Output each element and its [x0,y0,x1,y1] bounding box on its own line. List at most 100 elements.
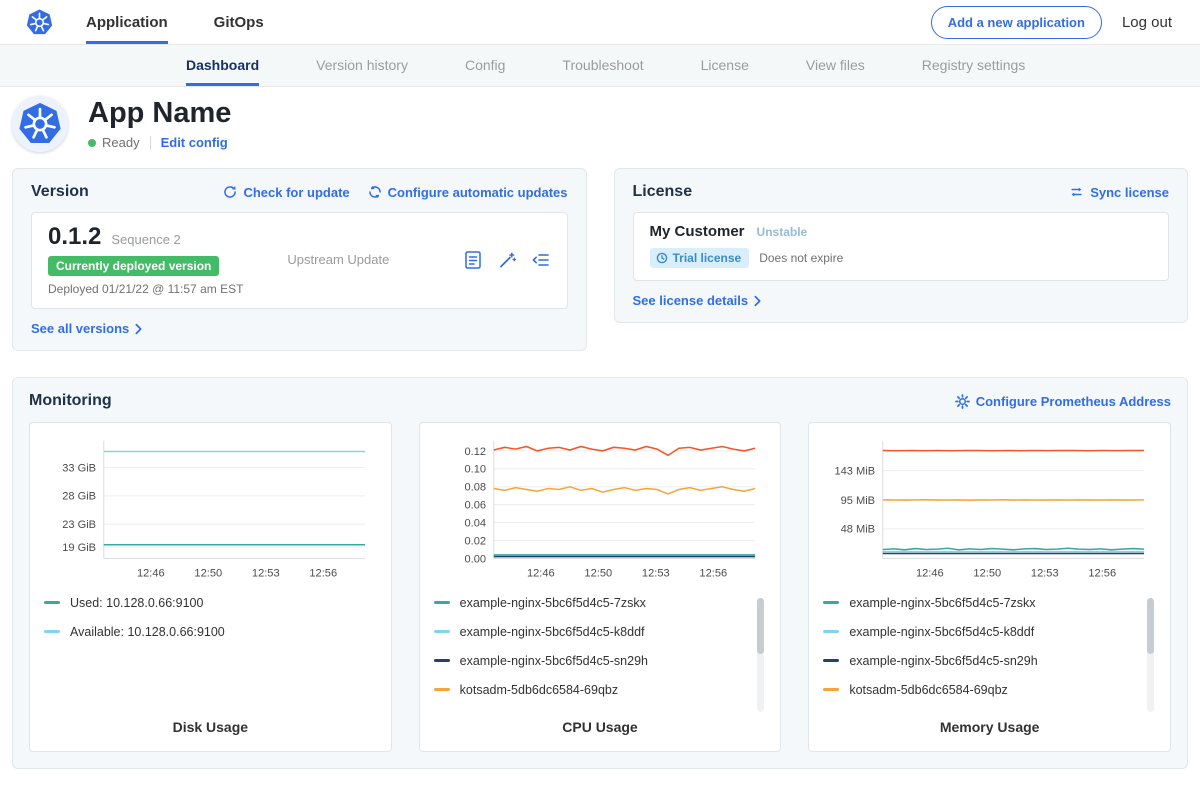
svg-text:0.02: 0.02 [464,535,486,547]
tab-troubleshoot[interactable]: Troubleshoot [562,45,643,86]
svg-text:28 GiB: 28 GiB [62,491,96,503]
monitoring-card: Monitoring Configure Prometheus Address … [12,377,1188,769]
legend-scrollbar[interactable] [757,598,764,654]
chart-legend-memory-usage: example-nginx-5bc6f5d4c5-7zskx example-ng… [823,596,1156,712]
chevron-right-icon [135,323,142,335]
add-application-button[interactable]: Add a new application [931,6,1102,39]
tab-dashboard[interactable]: Dashboard [186,45,259,86]
tab-registry-settings[interactable]: Registry settings [922,45,1025,86]
legend-item: example-nginx-5bc6f5d4c5-7zskx [823,596,1140,610]
svg-text:12:53: 12:53 [1031,568,1059,580]
series-orange [493,487,754,494]
legend-scrollbar[interactable] [1147,598,1154,654]
legend-label: example-nginx-5bc6f5d4c5-7zskx [849,596,1035,610]
chart-plot-memory-usage: 143 MiB95 MiB48 MiB12:4612:5012:5312:56 [823,435,1156,582]
svg-text:0.12: 0.12 [464,446,486,458]
logout-link[interactable]: Log out [1122,14,1172,31]
see-all-versions-label: See all versions [31,321,129,336]
legend-item: kotsadm-5db6dc6584-69qbz [434,683,751,697]
legend-item: example-nginx-5bc6f5d4c5-sn29h [434,654,751,668]
svg-text:23 GiB: 23 GiB [62,519,96,531]
upstream-update-label: Upstream Update [287,252,389,267]
check-for-update-label: Check for update [243,185,349,200]
tab-version-history[interactable]: Version history [316,45,408,86]
legend-label: example-nginx-5bc6f5d4c5-sn29h [460,654,648,668]
svg-text:12:53: 12:53 [252,568,280,580]
chart-card-disk-usage: 33 GiB28 GiB23 GiB19 GiB12:4612:5012:531… [29,422,392,752]
legend-swatch [44,630,60,633]
auto-update-icon [368,185,382,199]
legend-swatch [823,688,839,691]
tab-application[interactable]: Application [86,0,168,44]
legend-label: Used: 10.128.0.66:9100 [70,596,203,610]
check-for-update-link[interactable]: Check for update [223,185,349,200]
configure-prometheus-link[interactable]: Configure Prometheus Address [955,394,1171,409]
channel-label: Unstable [757,225,808,239]
legend-label: example-nginx-5bc6f5d4c5-k8ddf [849,625,1034,639]
legend-item: example-nginx-5bc6f5d4c5-sn29h [823,654,1140,668]
legend-label: example-nginx-5bc6f5d4c5-7zskx [460,596,646,610]
configure-prometheus-label: Configure Prometheus Address [976,394,1171,409]
tab-config[interactable]: Config [465,45,505,86]
series-teal [883,548,1144,550]
clock-icon [656,252,668,264]
edit-config-link[interactable]: Edit config [161,135,228,150]
legend-swatch [823,659,839,662]
configure-automatic-updates-label: Configure automatic updates [388,185,568,200]
svg-text:12:50: 12:50 [584,568,612,580]
legend-label: kotsadm-5db6dc6584-69qbz [849,683,1007,697]
tab-gitops[interactable]: GitOps [214,0,264,44]
top-nav-right: Add a new application Log out [931,0,1172,44]
svg-text:0.08: 0.08 [464,482,486,494]
top-nav: Application GitOps Add a new application… [0,0,1200,45]
legend-swatch [44,601,60,604]
configure-automatic-updates-link[interactable]: Configure automatic updates [368,185,568,200]
tab-license[interactable]: License [701,45,749,86]
chart-plot-disk-usage: 33 GiB28 GiB23 GiB19 GiB12:4612:5012:531… [44,435,377,582]
status-dot [88,139,96,147]
see-license-details-link[interactable]: See license details [633,293,1170,308]
tab-view-files[interactable]: View files [806,45,865,86]
version-card: Version Check for update Configure autom… [12,168,587,351]
app-icon [12,96,68,152]
legend-swatch [434,601,450,604]
see-all-versions-link[interactable]: See all versions [31,321,568,336]
legend-item: kotsadm-5db6dc6584-69qbz [823,683,1140,697]
license-card: License Sync license My Customer Unstabl… [614,168,1189,323]
legend-swatch [823,630,839,633]
legend-item: example-nginx-5bc6f5d4c5-k8ddf [823,625,1140,639]
sync-license-link[interactable]: Sync license [1069,185,1169,200]
kubernetes-logo-icon[interactable] [26,0,54,44]
app-sub-nav: Dashboard Version history Config Trouble… [0,45,1200,87]
legend-swatch [434,659,450,662]
svg-text:0.06: 0.06 [464,500,486,512]
divider [150,136,151,150]
legend-label: kotsadm-5db6dc6584-69qbz [460,683,618,697]
legend-swatch [823,601,839,604]
version-diff-icon[interactable] [531,250,551,270]
license-card-title: License [633,183,693,201]
charts-row: 33 GiB28 GiB23 GiB19 GiB12:4612:5012:531… [29,422,1171,752]
svg-text:33 GiB: 33 GiB [62,462,96,474]
chart-legend-cpu-usage: example-nginx-5bc6f5d4c5-7zskx example-ng… [434,596,767,712]
sync-icon [1069,185,1084,199]
monitoring-title: Monitoring [29,392,112,410]
app-name-title: App Name [88,98,231,128]
deployed-timestamp: Deployed 01/21/22 @ 11:57 am EST [48,282,243,296]
svg-text:0.00: 0.00 [464,553,486,565]
sequence-label: Sequence 2 [111,232,180,247]
chart-card-cpu-usage: 0.120.100.080.060.040.020.0012:4612:5012… [419,422,782,752]
svg-text:0.10: 0.10 [464,464,486,476]
gear-icon [955,394,970,409]
svg-text:143 MiB: 143 MiB [835,465,876,477]
config-edit-icon[interactable] [497,250,517,270]
release-notes-icon[interactable] [463,250,483,270]
version-number: 0.1.2 [48,223,101,251]
expiration-text: Does not expire [759,251,843,265]
sync-license-label: Sync license [1090,185,1169,200]
current-version-box: 0.1.2 Sequence 2 Currently deployed vers… [31,212,568,309]
summary-cards-row: Version Check for update Configure autom… [0,168,1200,351]
legend-label: example-nginx-5bc6f5d4c5-k8ddf [460,625,645,639]
svg-text:12:46: 12:46 [137,568,165,580]
svg-text:12:53: 12:53 [642,568,670,580]
